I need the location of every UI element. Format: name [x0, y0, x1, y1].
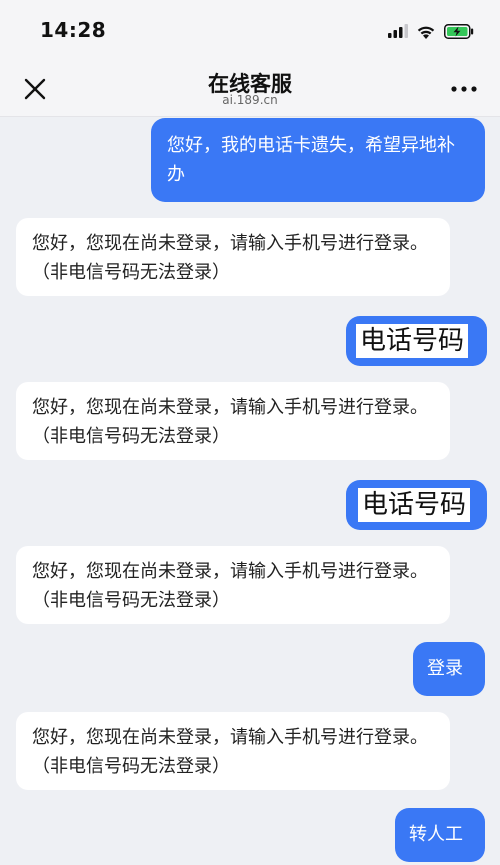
user-message: 电话号码: [346, 480, 487, 530]
status-icons: [388, 22, 474, 40]
page-subtitle: ai.189.cn: [222, 93, 278, 107]
message-text: 电话号码: [356, 324, 469, 358]
user-message: 您好，我的电话卡遗失，希望异地补办: [151, 118, 485, 202]
message-text: 电话号码: [358, 488, 471, 522]
user-message: 电话号码: [346, 316, 487, 366]
status-time: 14:28: [40, 18, 107, 42]
signal-icon: [388, 24, 408, 38]
message-text: 登录: [427, 658, 463, 679]
bot-message: 您好，您现在尚未登录，请输入手机号进行登录。（非电信号码无法登录）: [16, 218, 450, 296]
bot-message: 您好，您现在尚未登录，请输入手机号进行登录。（非电信号码无法登录）: [16, 712, 450, 790]
message-text: 您好，您现在尚未登录，请输入手机号进行登录。（非电信号码无法登录）: [32, 561, 428, 611]
message-text: 您好，您现在尚未登录，请输入手机号进行登录。（非电信号码无法登录）: [32, 233, 428, 283]
battery-charging-icon: [444, 23, 474, 39]
message-text: 您好，我的电话卡遗失，希望异地补办: [167, 135, 455, 185]
bot-message: 您好，您现在尚未登录，请输入手机号进行登录。（非电信号码无法登录）: [16, 546, 450, 624]
bot-message: 您好，您现在尚未登录，请输入手机号进行登录。（非电信号码无法登录）: [16, 382, 450, 460]
user-message: 转人工: [395, 808, 485, 862]
message-text: 您好，您现在尚未登录，请输入手机号进行登录。（非电信号码无法登录）: [32, 397, 428, 447]
message-text: 您好，您现在尚未登录，请输入手机号进行登录。（非电信号码无法登录）: [32, 727, 428, 777]
more-icon[interactable]: [450, 80, 478, 98]
user-message: 登录: [413, 642, 485, 696]
status-bar: 14:28: [0, 0, 500, 58]
nav-bar: 在线客服 ai.189.cn: [0, 58, 500, 117]
wifi-icon: [417, 26, 435, 39]
message-text: 转人工: [409, 824, 463, 845]
